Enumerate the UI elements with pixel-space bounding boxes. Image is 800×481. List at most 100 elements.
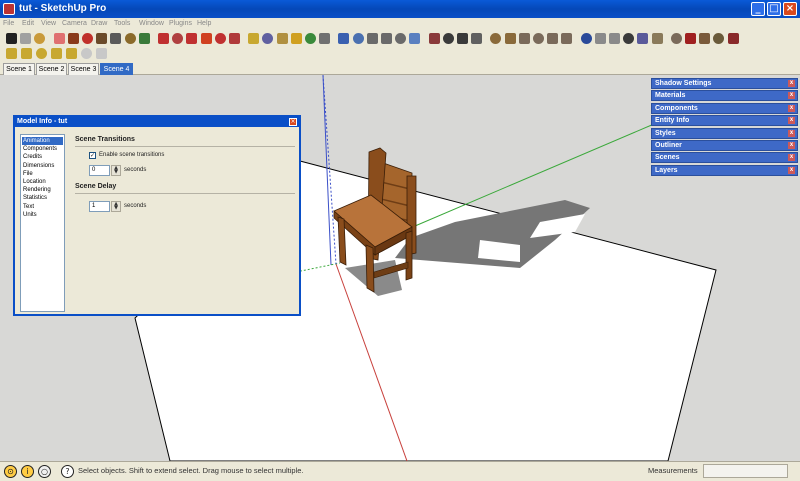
eraser-icon[interactable] xyxy=(53,33,65,44)
model-info-item-units[interactable]: Units xyxy=(23,211,37,219)
rectangle-icon[interactable] xyxy=(67,33,79,44)
scene-tab-2[interactable]: Scene 2 xyxy=(36,63,67,75)
model-info-item-text[interactable]: Text xyxy=(23,203,34,211)
shaded-textures-icon[interactable] xyxy=(637,33,649,44)
select-tool-icon[interactable] xyxy=(6,33,17,44)
add-detail-icon[interactable] xyxy=(81,48,92,59)
move-icon[interactable] xyxy=(158,33,169,44)
zoom-window-icon[interactable] xyxy=(381,33,392,44)
line-icon[interactable] xyxy=(82,33,93,44)
place-model-icon[interactable] xyxy=(699,33,711,44)
model-info-item-dimensions[interactable]: Dimensions xyxy=(23,162,54,170)
look-around-icon[interactable] xyxy=(457,33,468,44)
left-view-icon[interactable] xyxy=(561,33,573,44)
tray-close-icon[interactable]: x xyxy=(788,166,795,174)
share-model-icon[interactable] xyxy=(727,33,739,44)
tray-outliner[interactable]: Outliner x xyxy=(651,140,798,151)
scene-tab-1[interactable]: Scene 1 xyxy=(3,63,35,75)
shaded-icon[interactable] xyxy=(623,33,635,44)
tray-close-icon[interactable]: x xyxy=(788,129,795,137)
menu-edit[interactable]: Edit xyxy=(22,20,34,27)
xray-icon[interactable] xyxy=(580,33,592,44)
close-button[interactable]: × xyxy=(783,2,797,16)
make-component-icon[interactable] xyxy=(20,33,32,44)
model-info-item-credits[interactable]: Credits xyxy=(23,153,42,161)
tray-close-icon[interactable]: x xyxy=(788,117,795,125)
hidden-line-icon[interactable] xyxy=(609,33,620,44)
orbit-icon[interactable] xyxy=(338,33,350,44)
text-icon[interactable] xyxy=(290,33,302,44)
get-models-icon[interactable] xyxy=(713,33,725,44)
section-plane-icon[interactable] xyxy=(471,33,483,44)
menu-draw[interactable]: Draw xyxy=(91,20,107,27)
credits-icon[interactable]: i xyxy=(21,465,34,478)
sandbox-from-scratch-icon[interactable] xyxy=(21,48,32,59)
user-info-icon[interactable]: ○ xyxy=(38,465,51,478)
protractor-icon[interactable] xyxy=(276,33,288,44)
tray-close-icon[interactable]: x xyxy=(788,80,795,87)
minimize-button[interactable]: _ xyxy=(751,2,765,16)
model-info-item-file[interactable]: File xyxy=(23,170,33,178)
tray-styles[interactable]: Styles x xyxy=(651,127,798,139)
push-pull-icon[interactable] xyxy=(172,33,184,44)
dimension-icon[interactable] xyxy=(262,33,274,44)
menu-tools[interactable]: Tools xyxy=(114,20,130,27)
menu-view[interactable]: View xyxy=(41,20,56,27)
menu-camera[interactable]: Camera xyxy=(62,20,87,27)
model-info-item-components[interactable]: Components xyxy=(23,145,57,153)
previous-view-icon[interactable] xyxy=(409,33,421,44)
walk-icon[interactable] xyxy=(442,33,454,44)
drape-icon[interactable] xyxy=(66,48,77,59)
transition-time-stepper[interactable]: ▲ ▼ xyxy=(111,165,121,176)
axes-icon[interactable] xyxy=(305,33,316,44)
tray-scenes[interactable]: Scenes x xyxy=(651,152,798,164)
wireframe-icon[interactable] xyxy=(594,33,606,44)
scene-tab-3[interactable]: Scene 3 xyxy=(68,63,99,75)
toggle-terrain-icon[interactable] xyxy=(685,33,696,44)
scale-icon[interactable] xyxy=(214,33,226,44)
position-camera-icon[interactable] xyxy=(428,33,440,44)
pan-icon[interactable] xyxy=(352,33,364,44)
tray-close-icon[interactable]: x xyxy=(788,104,795,112)
tray-materials[interactable]: Materials x xyxy=(651,90,798,102)
rotate-icon[interactable] xyxy=(186,33,198,44)
geo-location-icon[interactable]: ⊙ xyxy=(4,465,17,478)
tray-close-icon[interactable]: x xyxy=(788,154,795,162)
freehand-icon[interactable] xyxy=(138,33,150,44)
zoom-extents-icon[interactable] xyxy=(395,33,407,44)
tray-close-icon[interactable]: x xyxy=(788,142,795,149)
polygon-icon[interactable] xyxy=(124,33,136,44)
right-view-icon[interactable] xyxy=(533,33,544,44)
maximize-button[interactable]: □ xyxy=(767,2,781,16)
sandbox-from-contours-icon[interactable] xyxy=(6,48,17,59)
scene-tab-4[interactable]: Scene 4 xyxy=(100,63,133,75)
dialog-close-button[interactable]: × xyxy=(289,118,297,126)
front-view-icon[interactable] xyxy=(518,33,530,44)
model-info-item-statistics[interactable]: Statistics xyxy=(23,194,47,202)
circle-icon[interactable] xyxy=(96,33,108,44)
smoove-icon[interactable] xyxy=(36,48,47,59)
tray-layers[interactable]: Layers x xyxy=(651,164,798,176)
tray-shadow-settings[interactable]: Shadow Settings x xyxy=(651,78,798,89)
tray-close-icon[interactable]: x xyxy=(788,92,795,100)
3d-text-icon[interactable] xyxy=(319,33,331,44)
tray-components[interactable]: Components x xyxy=(651,102,798,114)
offset-icon[interactable] xyxy=(229,33,240,44)
iso-view-icon[interactable] xyxy=(490,33,502,44)
stamp-icon[interactable] xyxy=(51,48,62,59)
monochrome-icon[interactable] xyxy=(651,33,663,44)
model-info-item-location[interactable]: Location xyxy=(23,178,46,186)
arc-icon[interactable] xyxy=(110,33,122,44)
measurements-input[interactable] xyxy=(703,464,788,478)
model-info-item-rendering[interactable]: Rendering xyxy=(23,186,51,194)
follow-me-icon[interactable] xyxy=(200,33,212,44)
tray-entity-info[interactable]: Entity Info x xyxy=(651,115,798,127)
menu-help[interactable]: Help xyxy=(197,20,211,27)
flip-edge-icon[interactable] xyxy=(96,48,107,59)
enable-transitions-checkbox[interactable]: ✓ xyxy=(89,152,96,159)
model-info-item-animation[interactable]: Animation xyxy=(22,137,63,145)
scene-delay-stepper[interactable]: ▲ ▼ xyxy=(111,201,121,212)
paint-bucket-icon[interactable] xyxy=(34,33,46,44)
scene-delay-input[interactable]: 1 xyxy=(89,201,110,212)
menu-plugins[interactable]: Plugins xyxy=(169,20,192,27)
